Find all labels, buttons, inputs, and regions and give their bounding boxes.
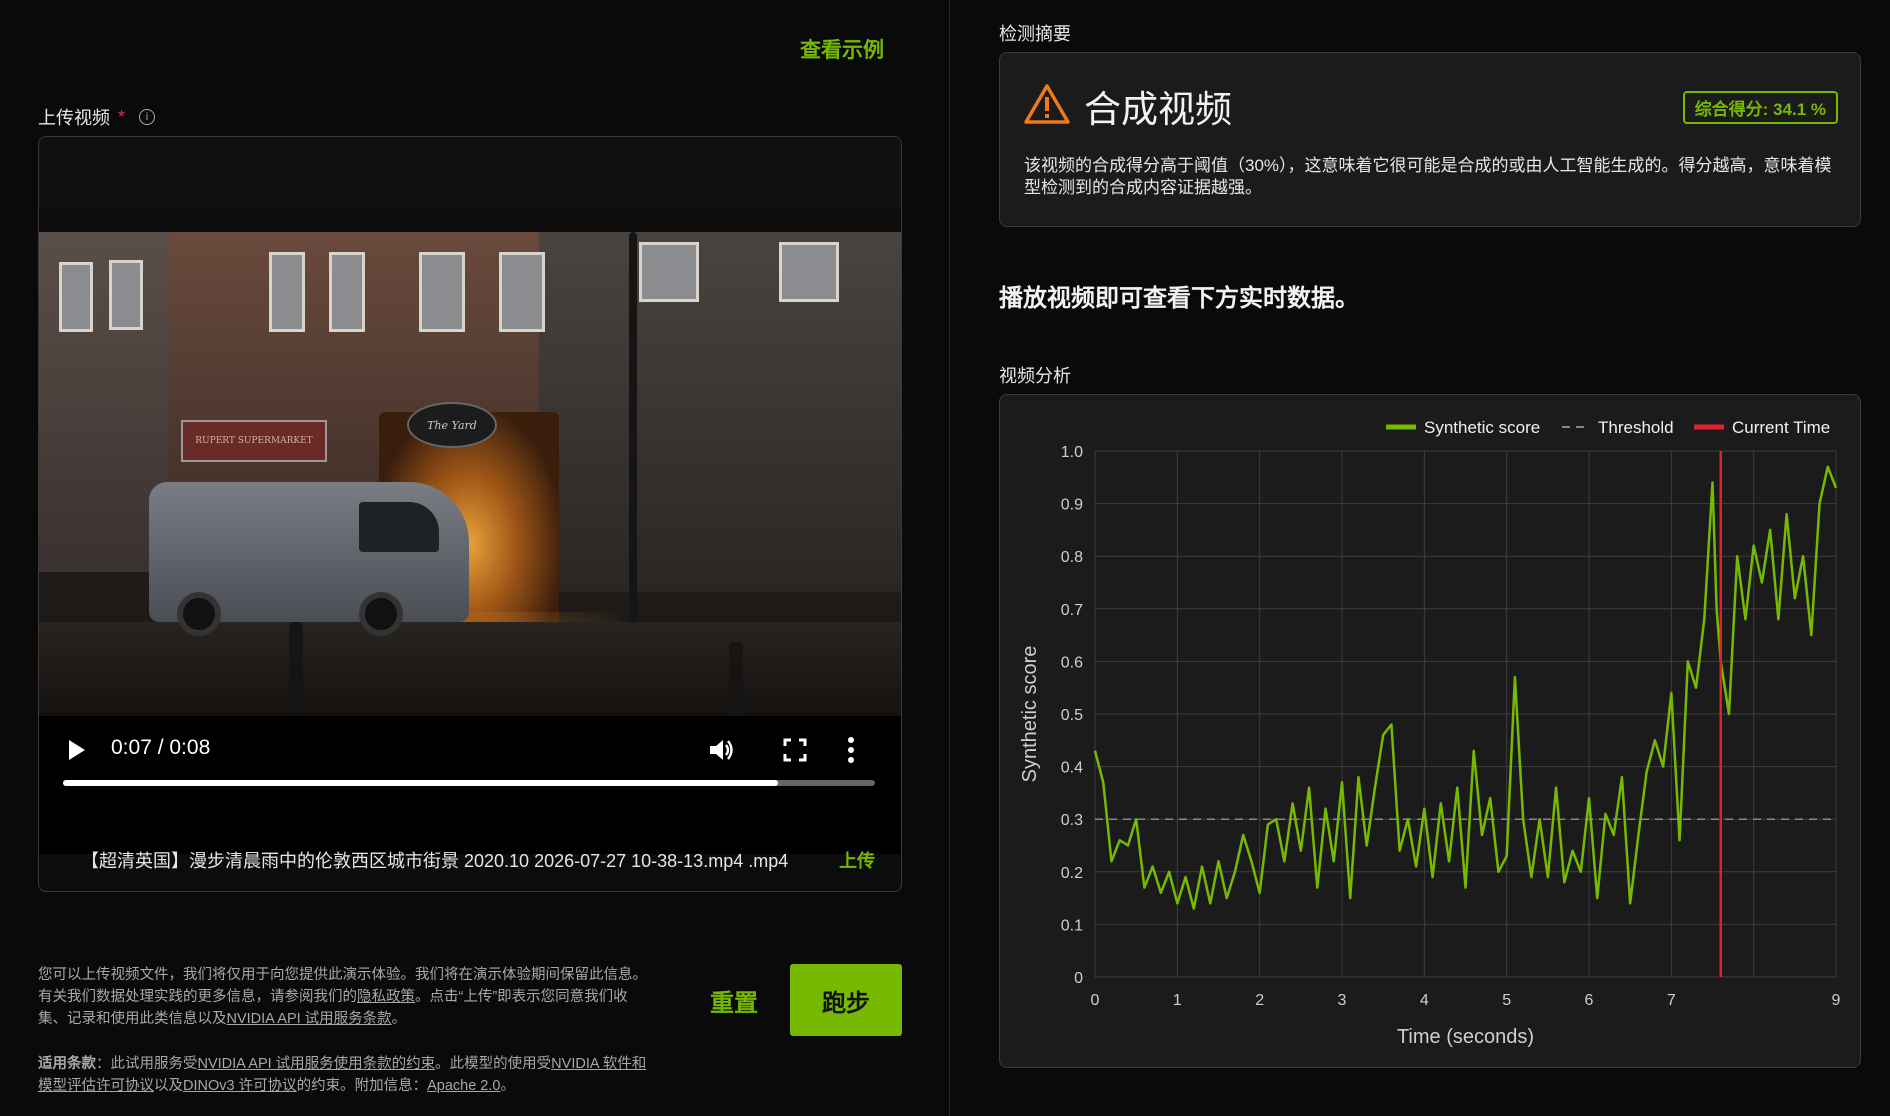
view-example-link[interactable]: 查看示例 bbox=[800, 34, 884, 64]
dinov3-license-link[interactable]: DINOv3 许可协议 bbox=[183, 1078, 297, 1094]
video-progress-fill bbox=[63, 780, 778, 786]
x-tick-label: 2 bbox=[1255, 992, 1264, 1009]
reset-button[interactable]: 重置 bbox=[674, 964, 794, 1036]
y-tick-label: 0.2 bbox=[1061, 865, 1083, 882]
summary-text: 该视频的合成得分高于阈值（30%），这意味着它很可能是合成的或由人工智能生成的。… bbox=[1024, 156, 1832, 197]
video-player[interactable]: The Yard RUPERT SUPERMARKET 0:07 / 0:08 bbox=[39, 232, 901, 854]
more-options-icon[interactable] bbox=[847, 736, 855, 764]
video-controls: 0:07 / 0:08 bbox=[39, 716, 901, 854]
video-frame-image[interactable]: The Yard RUPERT SUPERMARKET bbox=[39, 232, 901, 716]
van-window bbox=[359, 502, 439, 552]
required-mark: * bbox=[118, 106, 126, 127]
van bbox=[149, 482, 469, 636]
trial-terms-link[interactable]: NVIDIA API 试用服务使用条款的约束 bbox=[198, 1056, 436, 1072]
upload-label-text: 上传视频 bbox=[38, 108, 110, 128]
volume-icon[interactable] bbox=[707, 736, 735, 764]
run-button[interactable]: 跑步 bbox=[790, 964, 902, 1036]
privacy-policy-link[interactable]: 隐私政策 bbox=[357, 989, 415, 1005]
x-tick-label: 7 bbox=[1667, 992, 1676, 1009]
detection-summary-card: 合成视频 综合得分: 34.1 % 该视频的合成得分高于阈值（30%），这意味着… bbox=[999, 52, 1861, 227]
x-tick-label: 9 bbox=[1832, 992, 1841, 1009]
results-panel: 检测摘要 合成视频 综合得分: 34.1 % 该视频的合成得分高于阈值（30%）… bbox=[950, 0, 1890, 1116]
result-label: 合成视频 bbox=[1084, 89, 1232, 130]
x-tick-label: 3 bbox=[1338, 992, 1347, 1009]
uploaded-file-name: 【超清英国】漫步清晨雨中的伦敦西区城市街景 2020.10 2026-07-27… bbox=[81, 851, 789, 871]
terms-text: 以及 bbox=[154, 1078, 183, 1094]
bollard bbox=[729, 642, 743, 716]
play-icon[interactable] bbox=[67, 738, 87, 762]
van-wheel bbox=[177, 592, 221, 636]
video-top-bar bbox=[39, 137, 901, 207]
upload-video-label: 上传视频 * i bbox=[38, 104, 156, 130]
legend-label-synthetic: Synthetic score bbox=[1424, 418, 1540, 437]
van-wheel bbox=[359, 592, 403, 636]
y-tick-label: 1.0 bbox=[1061, 444, 1083, 461]
terms-text: 。此模型的使用受 bbox=[435, 1056, 552, 1072]
y-tick-label: 0.8 bbox=[1061, 549, 1083, 566]
upload-button[interactable]: 上传 bbox=[839, 847, 875, 873]
shop-sign: RUPERT SUPERMARKET bbox=[181, 420, 327, 462]
disclaimer-text: 。 bbox=[391, 1011, 407, 1027]
video-time: 0:07 / 0:08 bbox=[111, 736, 211, 759]
video-upload-box: The Yard RUPERT SUPERMARKET 0:07 / 0:08 bbox=[38, 136, 902, 892]
terms-text: 的约束。附加信息： bbox=[296, 1078, 428, 1094]
bar-sign: The Yard bbox=[407, 402, 497, 448]
video-analysis-chart: 0 0.1 0.2 0.3 0.4 0.5 0.6 0.7 0.8 0.9 1.0 0 1 2 3 4 5 6 7 9… bbox=[999, 394, 1861, 1068]
legend-label-threshold: Threshold bbox=[1598, 418, 1674, 437]
upload-disclaimer: 您可以上传视频文件，我们将仅用于向您提供此演示体验。我们将在演示体验期间保留此信… bbox=[38, 964, 648, 1030]
terms-text: 。 bbox=[500, 1078, 515, 1094]
terms-label: 适用条款 bbox=[38, 1056, 96, 1072]
synthetic-score-line bbox=[1093, 465, 1838, 910]
x-tick-label: 0 bbox=[1091, 992, 1100, 1009]
window bbox=[779, 242, 839, 302]
api-terms-link[interactable]: NVIDIA API 试用服务条款 bbox=[227, 1011, 392, 1027]
lamp-post bbox=[629, 232, 637, 622]
y-tick-label: 0.5 bbox=[1061, 707, 1083, 724]
summary-section-title: 检测摘要 bbox=[999, 24, 1071, 44]
window bbox=[269, 252, 305, 332]
y-tick-label: 0.7 bbox=[1061, 602, 1083, 619]
y-axis-label: Synthetic score bbox=[1019, 646, 1041, 783]
analysis-section-title: 视频分析 bbox=[999, 366, 1071, 386]
terms-text: ：此试用服务受 bbox=[96, 1056, 198, 1072]
bollard bbox=[289, 622, 303, 712]
window bbox=[109, 260, 143, 330]
x-axis-label: Time (seconds) bbox=[1397, 1026, 1534, 1048]
applicable-terms: 适用条款：此试用服务受NVIDIA API 试用服务使用条款的约束。此模型的使用… bbox=[38, 1053, 648, 1097]
apache-license-link[interactable]: Apache 2.0 bbox=[427, 1078, 500, 1094]
x-tick-label: 5 bbox=[1502, 992, 1511, 1009]
y-tick-label: 0.6 bbox=[1061, 654, 1083, 671]
window bbox=[639, 242, 699, 302]
x-tick-label: 1 bbox=[1173, 992, 1182, 1009]
upload-panel: 查看示例 上传视频 * i The Yard RUPERT SUPERMARKE… bbox=[0, 0, 950, 1116]
wet-street bbox=[39, 622, 901, 716]
y-tick-label: 0.4 bbox=[1061, 760, 1083, 777]
window bbox=[329, 252, 365, 332]
legend-label-current-time: Current Time bbox=[1732, 418, 1830, 437]
window bbox=[419, 252, 465, 332]
video-progress-bar[interactable] bbox=[63, 780, 875, 786]
building-right bbox=[539, 232, 901, 592]
fullscreen-icon[interactable] bbox=[783, 738, 807, 762]
y-tick-label: 0.1 bbox=[1061, 917, 1083, 934]
window bbox=[59, 262, 93, 332]
y-tick-label: 0 bbox=[1074, 970, 1083, 987]
info-icon[interactable]: i bbox=[139, 109, 156, 125]
play-hint: 播放视频即可查看下方实时数据。 bbox=[999, 285, 1359, 312]
score-chart: 0 0.1 0.2 0.3 0.4 0.5 0.6 0.7 0.8 0.9 1.0 0 1 2 3 4 5 6 7 9… bbox=[1019, 418, 1841, 1048]
x-tick-label: 6 bbox=[1585, 992, 1594, 1009]
y-tick-label: 0.3 bbox=[1061, 812, 1083, 829]
warning-icon bbox=[1024, 84, 1070, 124]
score-badge: 综合得分: 34.1 % bbox=[1682, 91, 1838, 124]
window bbox=[499, 252, 545, 332]
x-tick-label: 4 bbox=[1420, 992, 1429, 1009]
y-tick-label: 0.9 bbox=[1061, 497, 1083, 514]
